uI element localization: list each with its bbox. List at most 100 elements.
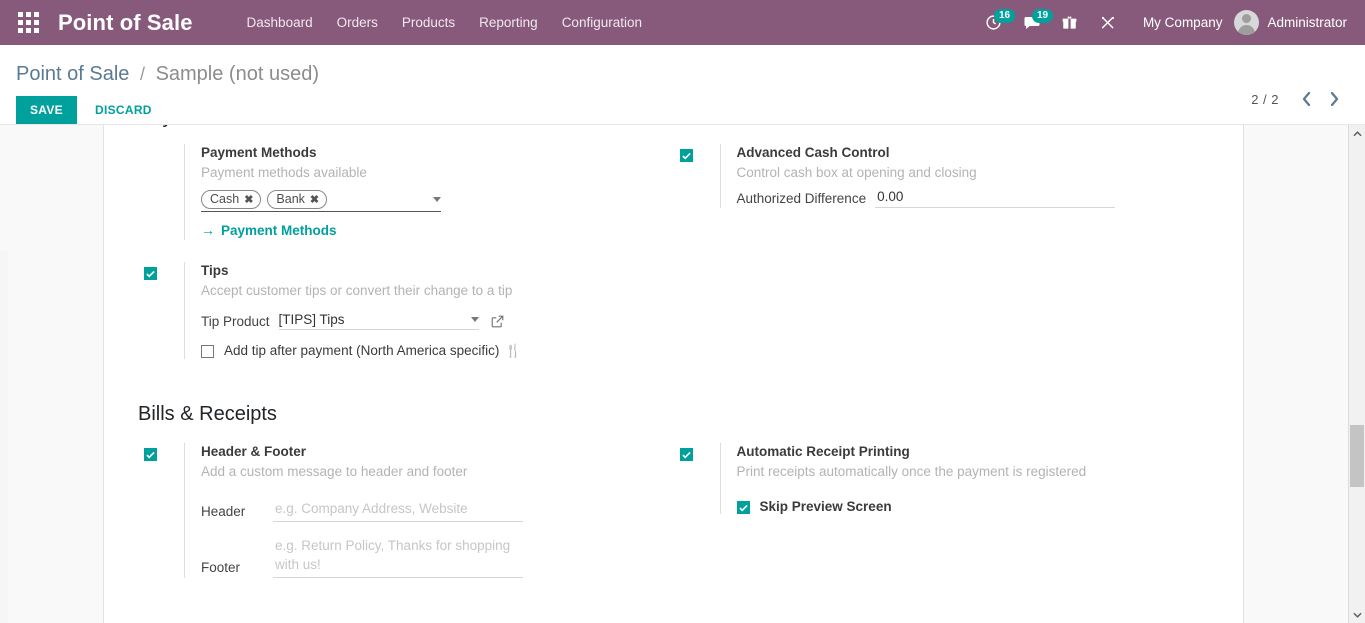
add-tip-after-payment-checkbox[interactable] — [201, 345, 214, 358]
save-button[interactable]: SAVE — [16, 96, 77, 124]
payment-methods-help: Payment methods available — [201, 163, 654, 182]
payment-methods-tags-input[interactable]: Cash ✖ Bank ✖ — [201, 190, 441, 212]
tag-cash-label: Cash — [210, 192, 239, 206]
scrollbar-thumb[interactable] — [1350, 425, 1364, 487]
tip-product-row: Tip Product [TIPS] Tips — [201, 312, 654, 330]
tip-product-value: [TIPS] Tips — [279, 312, 345, 327]
receipt-footer-textarea[interactable]: e.g. Return Policy, Thanks for shopping … — [273, 536, 523, 578]
apps-menu-icon[interactable] — [14, 9, 42, 37]
payments-right-column: Advanced Cash Control Control cash box a… — [674, 130, 1210, 359]
control-panel: Point of Sale / Sample (not used) SAVE D… — [0, 45, 1365, 125]
receipt-footer-row: Footer e.g. Return Policy, Thanks for sh… — [201, 536, 654, 578]
tip-product-internal-link-button[interactable] — [491, 315, 504, 328]
internal-link-icon — [491, 315, 504, 328]
app-brand-title[interactable]: Point of Sale — [58, 10, 193, 36]
section-title-bills-receipts: Bills & Receipts — [138, 401, 1209, 427]
payment-methods-link-label: Payment Methods — [221, 223, 337, 238]
breadcrumb-root[interactable]: Point of Sale — [16, 63, 129, 85]
breadcrumb-separator: / — [140, 64, 145, 84]
scroll-down-button[interactable] — [1349, 606, 1365, 623]
tag-cash-remove-icon[interactable]: ✖ — [244, 193, 253, 206]
discard-button[interactable]: DISCARD — [81, 96, 166, 124]
advanced-cash-control-help: Control cash box at opening and closing — [737, 163, 1190, 182]
add-tip-after-payment-row: Add tip after payment (North America spe… — [201, 343, 654, 359]
chevron-down-icon — [1353, 612, 1362, 618]
check-icon — [739, 504, 748, 512]
breadcrumb-current: Sample (not used) — [156, 63, 319, 85]
menu-item-configuration[interactable]: Configuration — [550, 9, 654, 36]
payments-left-column: Payment Methods Payment methods availabl… — [138, 130, 674, 359]
activities-menu[interactable]: 16 — [975, 7, 1013, 39]
tip-product-caret-icon[interactable] — [471, 317, 479, 322]
bills-receipts-left-column: Header & Footer Add a custom message to … — [138, 427, 674, 578]
user-name-label: Administrator — [1267, 15, 1347, 30]
menu-item-reporting[interactable]: Reporting — [467, 9, 550, 36]
tips-body: Tips Accept customer tips or convert the… — [184, 262, 654, 359]
tip-product-select[interactable]: [TIPS] Tips — [279, 312, 479, 330]
skip-preview-screen-checkbox[interactable] — [737, 501, 750, 514]
breadcrumb: Point of Sale / Sample (not used) — [16, 53, 1349, 90]
vertical-scrollbar[interactable] — [1348, 125, 1365, 623]
header-footer-checkbox-cell — [144, 443, 184, 464]
navbar-systray: 16 19 — [975, 7, 1351, 39]
skip-preview-screen-label: Skip Preview Screen — [760, 499, 892, 514]
setting-header-footer: Header & Footer Add a custom message to … — [138, 443, 654, 578]
authorized-difference-input[interactable] — [875, 188, 1115, 208]
gift-menu[interactable] — [1051, 7, 1089, 39]
pager-next-button[interactable] — [1321, 87, 1347, 111]
company-switcher[interactable]: My Company — [1127, 15, 1235, 30]
tips-checkbox[interactable] — [144, 267, 157, 280]
scroll-up-button[interactable] — [1349, 125, 1365, 142]
developer-tools-menu[interactable] — [1089, 7, 1127, 39]
tip-product-label: Tip Product — [201, 314, 270, 329]
arrow-right-icon: → — [201, 222, 215, 238]
tag-cash[interactable]: Cash ✖ — [201, 190, 261, 209]
messages-menu[interactable]: 19 — [1013, 7, 1051, 39]
tags-dropdown-caret-icon[interactable] — [433, 197, 441, 202]
user-avatar-icon — [1234, 10, 1259, 35]
automatic-receipt-printing-label: Automatic Receipt Printing — [737, 443, 1190, 461]
main-menu: Dashboard Orders Products Reporting Conf… — [235, 9, 654, 36]
receipt-footer-label: Footer — [201, 560, 273, 578]
check-icon — [146, 270, 155, 278]
advanced-cash-control-checkbox[interactable] — [680, 149, 693, 162]
automatic-receipt-printing-checkbox[interactable] — [680, 448, 693, 461]
menu-item-dashboard[interactable]: Dashboard — [235, 9, 325, 36]
top-navbar: Point of Sale Dashboard Orders Products … — [0, 0, 1365, 45]
payments-settings-row: Payment Methods Payment methods availabl… — [138, 130, 1209, 359]
menu-item-products[interactable]: Products — [390, 9, 467, 36]
chevron-left-icon — [1302, 92, 1311, 106]
advanced-cash-control-label: Advanced Cash Control — [737, 144, 1190, 162]
page-left-gutter — [0, 250, 8, 623]
authorized-difference-row: Authorized Difference — [737, 188, 1190, 208]
settings-content: Payments Payment Methods Payment methods… — [104, 125, 1243, 578]
setting-payment-methods: Payment Methods Payment methods availabl… — [138, 144, 654, 240]
payment-methods-label: Payment Methods — [201, 144, 654, 162]
menu-item-orders[interactable]: Orders — [325, 9, 390, 36]
gift-box-icon — [1062, 15, 1077, 31]
tips-checkbox-cell — [144, 262, 184, 283]
tag-bank-remove-icon[interactable]: ✖ — [310, 193, 319, 206]
header-footer-help: Add a custom message to header and foote… — [201, 462, 654, 481]
add-tip-after-payment-label: Add tip after payment (North America spe… — [224, 343, 499, 358]
pager-previous-button[interactable] — [1293, 87, 1319, 111]
payment-methods-checkbox-cell — [144, 144, 184, 147]
payment-methods-body: Payment Methods Payment methods availabl… — [184, 144, 654, 240]
chevron-right-icon — [1330, 92, 1339, 106]
automatic-receipt-printing-help: Print receipts automatically once the pa… — [737, 462, 1190, 481]
payment-methods-link[interactable]: → Payment Methods — [201, 222, 337, 238]
tips-label: Tips — [201, 262, 654, 280]
settings-scroll-area[interactable]: Payments Payment Methods Payment methods… — [0, 125, 1365, 623]
user-menu[interactable]: Administrator — [1234, 10, 1351, 35]
tag-bank[interactable]: Bank ✖ — [267, 190, 327, 209]
automatic-receipt-printing-body: Automatic Receipt Printing Print receipt… — [720, 443, 1190, 514]
receipt-header-textarea[interactable]: e.g. Company Address, Website — [273, 499, 523, 522]
check-icon — [682, 152, 691, 160]
tag-bank-label: Bank — [276, 192, 305, 206]
header-footer-checkbox[interactable] — [144, 448, 157, 461]
cutlery-icon: 🍴 — [505, 343, 521, 359]
check-icon — [682, 451, 691, 459]
setting-tips: Tips Accept customer tips or convert the… — [138, 262, 654, 359]
form-action-buttons: SAVE DISCARD — [16, 96, 1349, 124]
check-icon — [146, 451, 155, 459]
